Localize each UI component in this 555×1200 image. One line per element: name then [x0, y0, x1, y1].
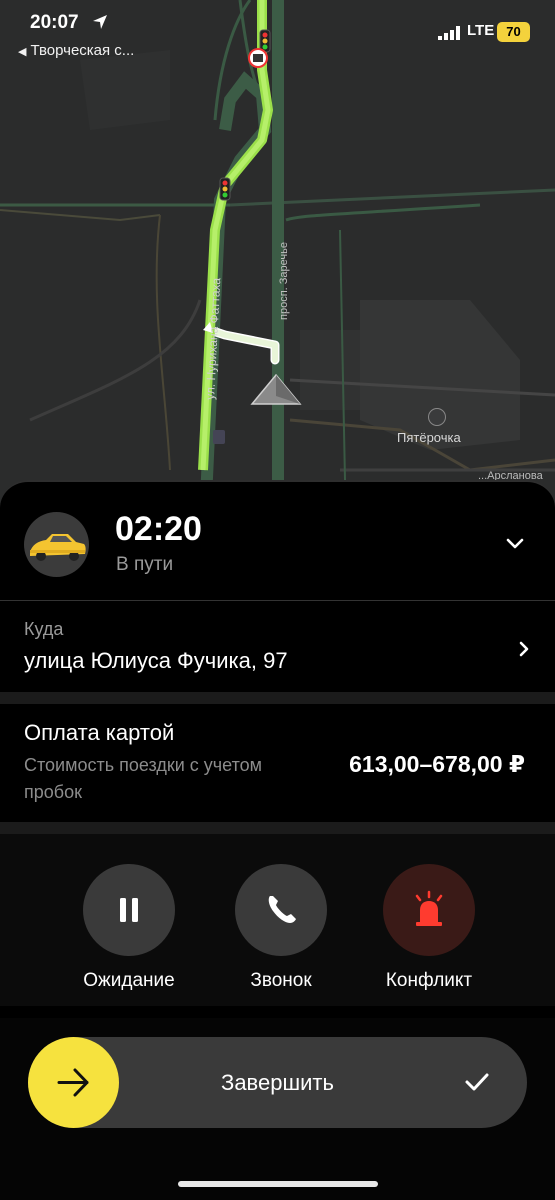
- complete-ride-area: Завершить: [0, 1018, 555, 1200]
- payment-info: Оплата картой Стоимость поездки с учетом…: [0, 704, 555, 822]
- checkmark-icon: [465, 1073, 489, 1091]
- shop-basket-icon[interactable]: [428, 408, 446, 426]
- section-divider: [0, 822, 555, 834]
- arrow-right-icon: [57, 1068, 89, 1097]
- ride-status-row[interactable]: 02:20 В пути: [0, 482, 555, 600]
- home-indicator[interactable]: [178, 1181, 378, 1187]
- payment-method: Оплата картой: [24, 720, 175, 745]
- conflict-label: Конфликт: [385, 970, 473, 991]
- poi-label[interactable]: Пятёрочка: [397, 430, 461, 445]
- network-type: LTE: [467, 22, 495, 39]
- payment-subtitle: Стоимость поездки с учетом пробок: [24, 755, 262, 802]
- section-divider: [0, 692, 555, 704]
- pause-icon[interactable]: [83, 864, 175, 956]
- battery-indicator: 70: [497, 22, 530, 42]
- map-view[interactable]: 20:07 ◀ Творческая с... LTE 70 Пятёрочка …: [0, 0, 555, 520]
- conflict-action[interactable]: Конфликт: [359, 864, 499, 992]
- destination-label: Куда: [24, 619, 64, 639]
- wait-action[interactable]: Ожидание: [59, 864, 199, 992]
- chevron-down-icon[interactable]: [500, 532, 530, 556]
- map-canvas: [0, 0, 555, 520]
- complete-ride-slider[interactable]: Завершить: [28, 1037, 527, 1128]
- back-to-app-link[interactable]: ◀ Творческая с...: [18, 42, 134, 59]
- ride-price-range: 613,00–678,00 ₽: [349, 751, 525, 777]
- status-time: 20:07: [30, 12, 79, 33]
- ride-status-text: В пути: [116, 554, 174, 575]
- phone-icon[interactable]: [235, 864, 327, 956]
- eta-time: 02:20: [115, 510, 202, 548]
- back-app-label: Творческая с...: [30, 42, 135, 59]
- taxi-car-icon: [24, 512, 89, 577]
- destination-address: улица Юлиуса Фучика, 97: [24, 648, 288, 673]
- destination-row[interactable]: Куда улица Юлиуса Фучика, 97: [0, 600, 555, 692]
- wait-label: Ожидание: [83, 970, 175, 991]
- battery-level: 70: [506, 24, 521, 39]
- ride-panel: 02:20 В пути Куда улица Юлиуса Фучика, 9…: [0, 480, 555, 1200]
- call-action[interactable]: Звонок: [211, 864, 351, 992]
- chevron-right-icon: [519, 641, 529, 657]
- location-arrow-icon: [93, 15, 107, 29]
- ride-actions: Ожидание Звонок Конфликт: [0, 834, 555, 1006]
- slider-knob[interactable]: [28, 1037, 119, 1128]
- back-triangle-icon: ◀: [18, 46, 27, 58]
- cellular-signal-icon: [438, 26, 460, 40]
- status-bar: 20:07 ◀ Творческая с... LTE 70: [0, 0, 555, 70]
- siren-icon[interactable]: [383, 864, 475, 956]
- call-label: Звонок: [250, 970, 312, 991]
